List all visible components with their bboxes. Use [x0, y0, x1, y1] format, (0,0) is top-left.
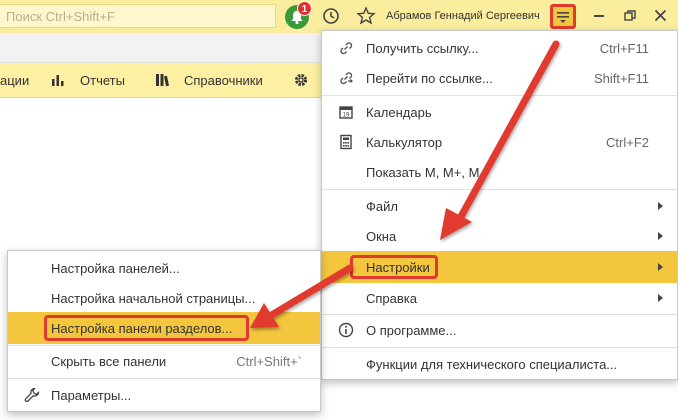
submenu-item-parameters[interactable]: Параметры... — [8, 380, 320, 410]
menu-item-label: Получить ссылку... — [366, 41, 479, 56]
submenu-item-label: Настройка начальной страницы... — [51, 291, 256, 306]
user-name[interactable]: Абрамов Геннадий Сергеевич — [386, 10, 540, 22]
submenu-item-sections-panel-settings[interactable]: Настройка панели разделов... — [8, 312, 320, 344]
wrench-icon — [24, 387, 40, 403]
submenu-item-panels-settings[interactable]: Настройка панелей... — [8, 253, 320, 283]
main-menu-button[interactable] — [550, 4, 576, 29]
menu-item-shortcut: Ctrl+F2 — [606, 135, 649, 150]
menu-item-label: Перейти по ссылке... — [366, 71, 493, 86]
menu-item-label: Календарь — [366, 105, 432, 120]
menu-item-calculator[interactable]: Калькулятор Ctrl+F2 — [322, 127, 677, 157]
sections-panel: ации Отчеты Справочники — [0, 63, 330, 98]
calendar-icon: 19 — [339, 106, 353, 119]
minimize-icon[interactable] — [594, 15, 604, 17]
menu-item-label: О программе... — [366, 323, 457, 338]
menu-item-windows[interactable]: Окна — [322, 221, 677, 251]
submenu-item-label: Настройка панели разделов... — [51, 321, 233, 336]
menu-item-shortcut: Ctrl+F11 — [599, 41, 649, 56]
menu-item-about[interactable]: О программе... — [322, 315, 677, 345]
menu-item-file[interactable]: Файл — [322, 191, 677, 221]
restore-icon[interactable] — [624, 10, 636, 22]
svg-text:19: 19 — [343, 113, 350, 119]
gear-icon[interactable] — [293, 72, 309, 88]
menu-item-show-memory[interactable]: Показать М, М+, М — [322, 157, 677, 187]
menu-item-label: Настройки — [366, 260, 430, 275]
menu-item-go-to-link[interactable]: Перейти по ссылке... Shift+F11 — [322, 63, 677, 93]
menu-item-label: Функции для технического специалиста... — [366, 357, 618, 372]
menu-separator — [322, 347, 677, 348]
search-input[interactable]: Поиск Ctrl+Shift+F — [0, 4, 276, 28]
reports-chart-icon — [52, 75, 64, 86]
menu-item-help[interactable]: Справка — [322, 283, 677, 313]
submenu-item-label: Скрыть все панели — [51, 354, 167, 369]
menu-item-get-link[interactable]: Получить ссылку... Ctrl+F11 — [322, 33, 677, 63]
notification-badge: 1 — [297, 1, 312, 16]
menu-item-shortcut: Shift+F11 — [593, 71, 649, 86]
menu-item-label: Окна — [366, 229, 397, 244]
submenu-item-shortcut: Ctrl+Shift+` — [236, 354, 302, 369]
title-bar: Поиск Ctrl+Shift+F 1 Абрамов Геннадий Се… — [0, 0, 678, 33]
submenu-arrow-icon — [658, 294, 663, 302]
directories-books-icon — [156, 74, 170, 87]
menu-item-tech-functions[interactable]: Функции для технического специалиста... — [322, 349, 677, 379]
menu-item-calendar[interactable]: 19 Календарь — [322, 97, 677, 127]
menu-item-settings[interactable]: Настройки — [322, 251, 677, 283]
submenu-item-label: Параметры... — [51, 388, 132, 403]
submenu-item-label: Настройка панелей... — [51, 261, 180, 276]
submenu-arrow-icon — [658, 202, 663, 210]
menu-item-label: Калькулятор — [366, 135, 443, 150]
section-directories[interactable]: Справочники — [184, 73, 263, 88]
menu-item-label: Справка — [366, 291, 417, 306]
goto-link-icon — [340, 72, 353, 85]
menu-separator — [322, 95, 677, 96]
settings-submenu: Настройка панелей... Настройка начальной… — [7, 250, 321, 412]
menu-item-label: Показать М, М+, М — [366, 165, 480, 180]
submenu-item-hide-all-panels[interactable]: Скрыть все панели Ctrl+Shift+` — [8, 346, 320, 376]
section-operations[interactable]: ации — [0, 73, 29, 88]
submenu-item-home-page-settings[interactable]: Настройка начальной страницы... — [8, 283, 320, 313]
submenu-arrow-icon — [658, 232, 663, 240]
section-reports[interactable]: Отчеты — [80, 73, 125, 88]
submenu-arrow-icon — [658, 263, 663, 271]
menu-separator — [322, 189, 677, 190]
main-menu-dropdown: Получить ссылку... Ctrl+F11 Перейти по с… — [321, 30, 678, 380]
calculator-icon — [340, 134, 352, 150]
close-icon[interactable] — [654, 9, 667, 22]
history-icon[interactable] — [322, 7, 340, 25]
link-icon — [340, 42, 353, 55]
menu-icon — [557, 12, 569, 23]
info-icon — [338, 322, 354, 338]
search-placeholder: Поиск Ctrl+Shift+F — [6, 9, 115, 24]
menu-separator — [8, 378, 320, 379]
favorites-star-icon[interactable] — [356, 6, 376, 26]
menu-item-label: Файл — [366, 199, 398, 214]
